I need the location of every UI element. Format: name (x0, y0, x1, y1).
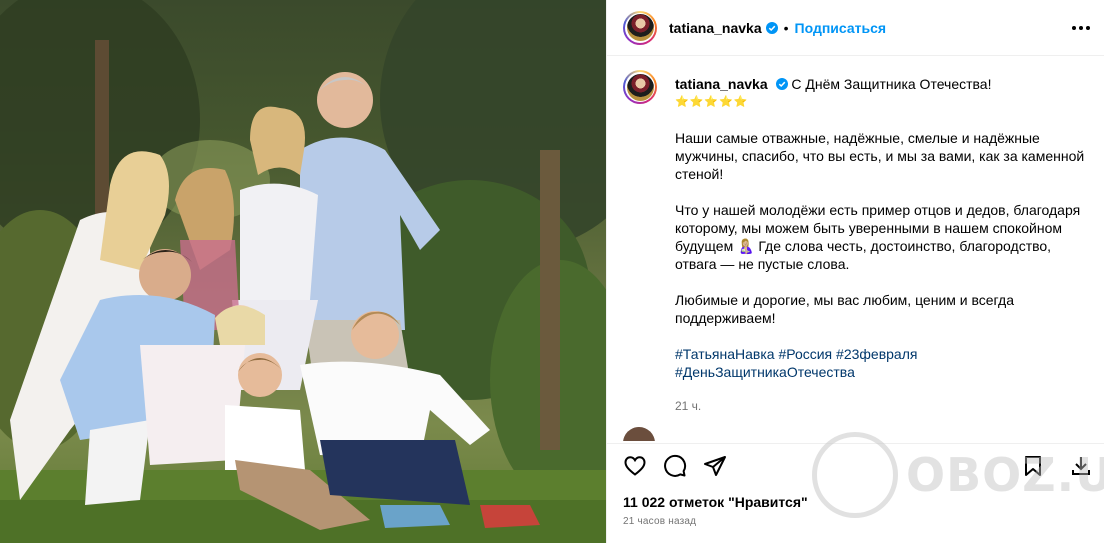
post-actions: 11 022 отметок "Нравится" 21 часов назад (607, 443, 1104, 543)
caption-paragraph-1: Наши самые отважные, надёжные, смелые и … (675, 130, 1085, 182)
caption-author-avatar[interactable] (623, 70, 657, 104)
action-buttons (623, 454, 727, 478)
post-time-ago: 21 часов назад (623, 516, 697, 527)
caption-stars: ⭐⭐⭐⭐⭐ (675, 96, 749, 108)
hashtag-link[interactable]: #23февраля (836, 346, 917, 362)
post-caption: tatiana_navka С Днём Защитника Отечества… (623, 70, 1093, 410)
share-icon[interactable] (703, 454, 727, 478)
caption-title: С Днём Защитника Отечества! (791, 76, 992, 92)
post-header: tatiana_navka • Подписаться (607, 0, 1104, 56)
verified-badge-icon (765, 21, 778, 34)
caption-username[interactable]: tatiana_navka (675, 76, 768, 92)
follow-button[interactable]: Подписаться (795, 20, 887, 36)
hashtag-link[interactable]: #Россия (778, 346, 832, 362)
heart-icon[interactable] (623, 454, 647, 478)
post-side-panel: tatiana_navka • Подписаться tatiana_navk… (606, 0, 1104, 543)
family-photo-illustration (0, 0, 606, 543)
download-icon[interactable] (1069, 454, 1093, 478)
caption-body: tatiana_navka С Днём Защитника Отечества… (675, 75, 1093, 410)
more-options-icon[interactable] (1071, 20, 1091, 36)
caption-timestamp: 21 ч. (675, 399, 702, 410)
hashtag-link[interactable]: #ТатьянаНавка (675, 346, 775, 362)
commenter-avatar[interactable] (623, 427, 655, 441)
author-avatar[interactable] (623, 10, 657, 45)
post-photo[interactable] (0, 0, 606, 543)
comment-preview[interactable] (623, 425, 1093, 441)
header-separator: • (783, 19, 789, 36)
verified-badge-icon (775, 78, 788, 90)
caption-paragraph-2: Что у нашей молодёжи есть пример отцов и… (675, 202, 1081, 272)
caption-hashtags: #ТатьянаНавка #Россия #23февраля #ДеньЗа… (675, 345, 1093, 381)
hashtag-link[interactable]: #ДеньЗащитникаОтечества (675, 364, 855, 380)
author-username[interactable]: tatiana_navka (669, 20, 762, 36)
comment-icon[interactable] (663, 454, 687, 478)
save-bookmark-icon[interactable] (1021, 454, 1045, 478)
likes-count[interactable]: 11 022 отметок "Нравится" (623, 494, 808, 510)
caption-paragraph-3: Любимые и дорогие, мы вас любим, ценим и… (675, 292, 1014, 326)
